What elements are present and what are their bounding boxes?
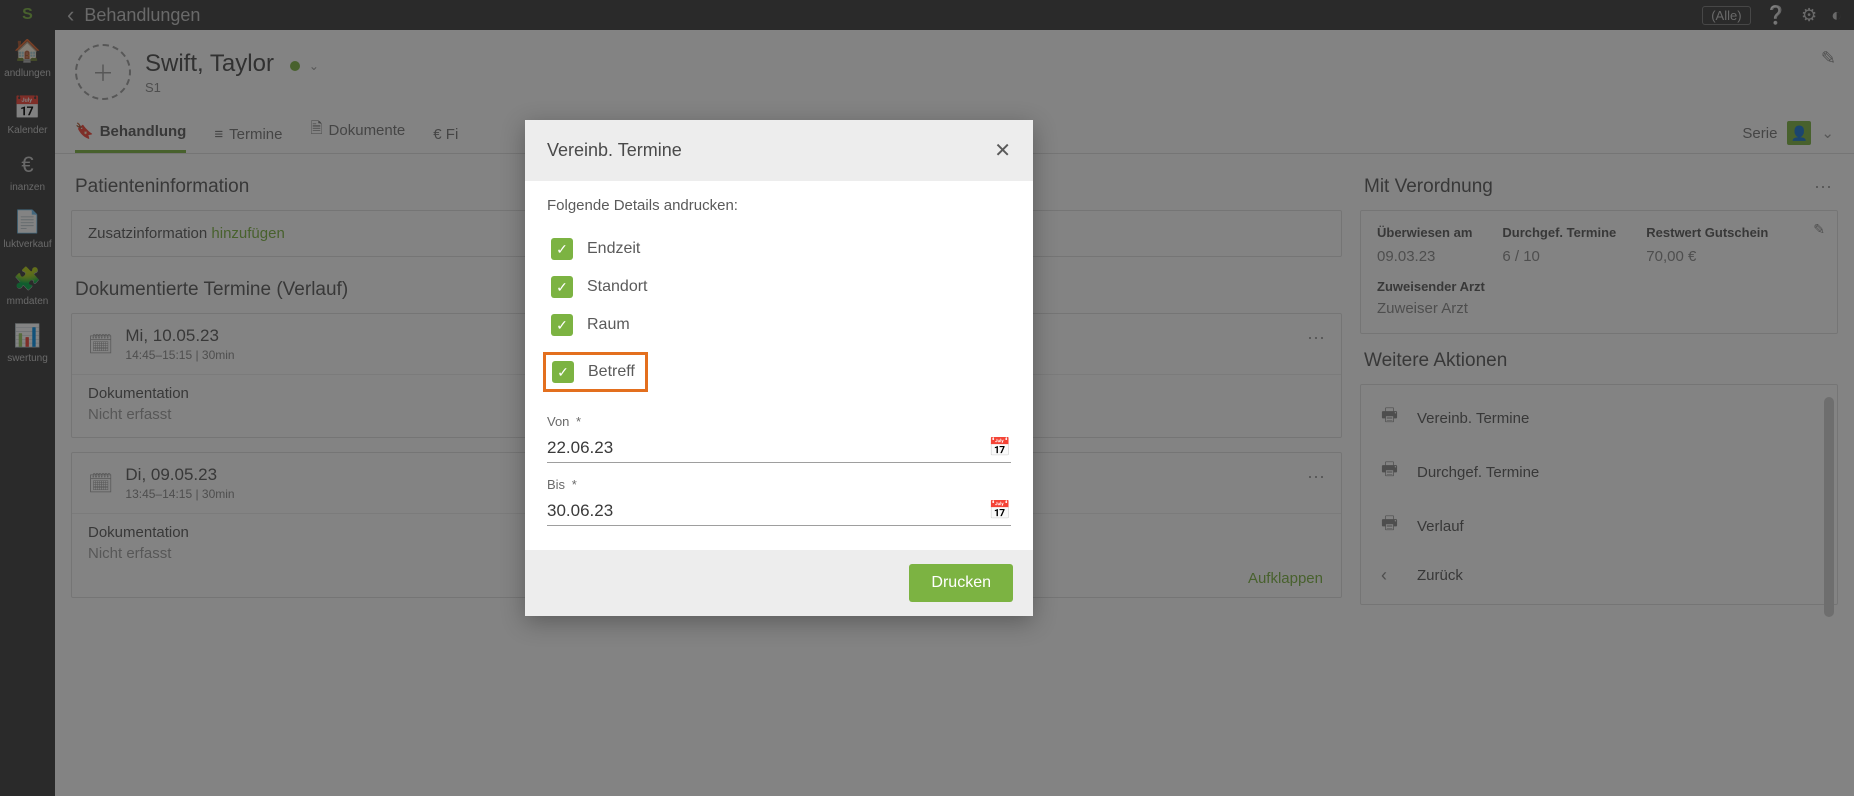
modal-header: Vereinb. Termine ✕: [525, 120, 1033, 181]
field-label-text: Bis: [547, 477, 565, 492]
field-von: Von * 📅: [547, 414, 1011, 463]
modal-vereinb-termine: Vereinb. Termine ✕ Folgende Details andr…: [525, 120, 1033, 616]
drucken-button[interactable]: Drucken: [909, 564, 1013, 602]
highlight-box: ✓ Betreff: [543, 352, 648, 392]
modal-subtitle: Folgende Details andrucken:: [547, 197, 1011, 214]
modal-title: Vereinb. Termine: [547, 140, 682, 161]
checkbox-row-endzeit: ✓ Endzeit: [547, 230, 1011, 268]
checkbox-label: Standort: [587, 278, 647, 296]
checkbox-endzeit[interactable]: ✓: [551, 238, 573, 260]
checkbox-label: Betreff: [588, 363, 635, 381]
modal-footer: Drucken: [525, 550, 1033, 616]
required-mark: *: [576, 414, 581, 429]
field-label-text: Von: [547, 414, 569, 429]
bis-input[interactable]: [547, 501, 989, 521]
checkbox-label: Raum: [587, 316, 630, 334]
von-input[interactable]: [547, 438, 989, 458]
checkbox-row-betreff: ✓ Betreff: [547, 344, 1011, 400]
checkbox-row-standort: ✓ Standort: [547, 268, 1011, 306]
calendar-picker-icon[interactable]: 📅: [989, 437, 1011, 458]
field-bis: Bis * 📅: [547, 477, 1011, 526]
checkbox-betreff[interactable]: ✓: [552, 361, 574, 383]
checkbox-label: Endzeit: [587, 240, 640, 258]
checkbox-raum[interactable]: ✓: [551, 314, 573, 336]
calendar-picker-icon[interactable]: 📅: [989, 500, 1011, 521]
modal-body: Folgende Details andrucken: ✓ Endzeit ✓ …: [525, 181, 1033, 550]
required-mark: *: [572, 477, 577, 492]
checkbox-row-raum: ✓ Raum: [547, 306, 1011, 344]
close-icon[interactable]: ✕: [994, 138, 1011, 163]
checkbox-standort[interactable]: ✓: [551, 276, 573, 298]
